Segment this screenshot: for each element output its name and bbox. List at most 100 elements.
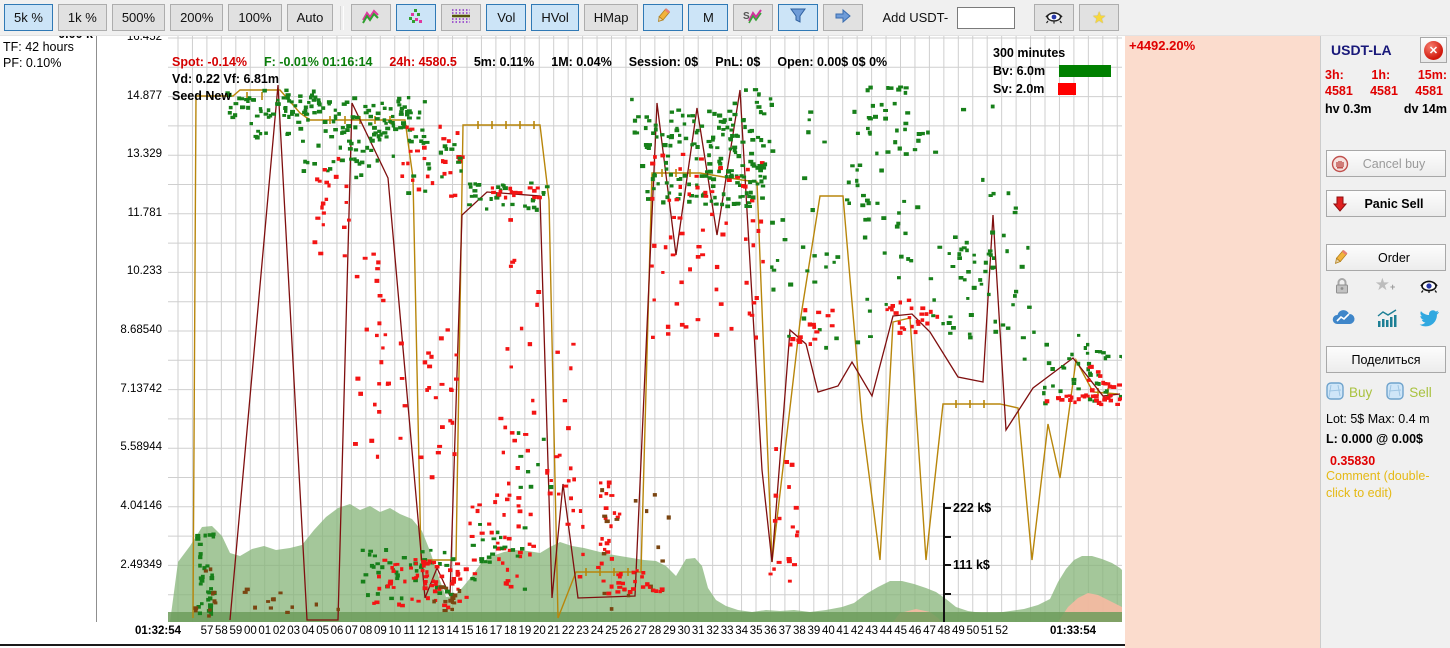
price-3h-key: 3h: (1325, 68, 1344, 82)
panic-sell-label: Panic Sell (1353, 197, 1435, 211)
x-axis-label: 21 (547, 625, 560, 637)
share-icon-row (1326, 308, 1446, 331)
x-axis-label: 52 (995, 625, 1008, 637)
x-axis-label: 31 (692, 625, 705, 637)
add-usdt-label: Add USDT- (882, 10, 948, 25)
hv-value: hv 0.3m (1325, 102, 1372, 116)
panic-sell-button[interactable]: Panic Sell (1326, 190, 1446, 217)
zoom-100-button[interactable]: 100% (228, 4, 281, 31)
y-axis-label: 11.781 (100, 207, 162, 219)
scatter-dots-icon (407, 8, 425, 27)
comment-field[interactable]: Comment (double-click to edit) (1326, 468, 1444, 502)
x-axis-label: 36 (764, 625, 777, 637)
x-axis-label: 03 (287, 625, 300, 637)
x-axis-label: 42 (851, 625, 864, 637)
x-axis-label: 17 (490, 625, 503, 637)
x-axis-label: 49 (952, 625, 965, 637)
dotted-rows-icon (451, 8, 471, 27)
sell-label[interactable]: Sell (1409, 385, 1432, 400)
x-axis-label: 00 (244, 625, 257, 637)
pencil-icon (654, 8, 672, 27)
x-axis-label: 07 (345, 625, 358, 637)
zoom-5k-button[interactable]: 5k % (4, 4, 53, 31)
x-axis-label: 28 (649, 625, 662, 637)
x-axis-label: 33 (721, 625, 734, 637)
add-usdt-input[interactable] (957, 7, 1015, 29)
filter-icon (789, 8, 807, 27)
arrow-right-icon (834, 8, 852, 27)
x-axis-label: 15 (461, 625, 474, 637)
y-axis-label: 7.13742 (100, 383, 162, 395)
filter-button[interactable] (778, 4, 818, 31)
arrow-right-button[interactable] (823, 4, 863, 31)
x-axis: 01:32:5457585900010203040506070809101112… (0, 622, 1125, 644)
m-button[interactable]: M (688, 4, 728, 31)
x-axis-label: 27 (634, 625, 647, 637)
x-axis-label: 08 (360, 625, 373, 637)
svg-text:111 k$: 111 k$ (953, 558, 990, 572)
ice-cube-icon[interactable] (1326, 382, 1344, 403)
x-axis-label: 04 (302, 625, 315, 637)
zoom-auto-button[interactable]: Auto (287, 4, 334, 31)
twitter-icon[interactable] (1418, 308, 1440, 331)
zoom-200-button[interactable]: 200% (170, 4, 223, 31)
cloud-chart-icon[interactable] (1332, 308, 1356, 331)
x-axis-label: 26 (620, 625, 633, 637)
x-axis-label: 10 (388, 625, 401, 637)
bar-chart-icon[interactable] (1375, 308, 1399, 331)
eye-icon[interactable] (1418, 276, 1440, 299)
s-percent-button[interactable]: S (733, 4, 773, 31)
cancel-buy-button[interactable]: Cancel buy (1326, 150, 1446, 177)
spot-change: Spot: -0.14% (172, 55, 247, 69)
x-axis-label: 11 (403, 625, 415, 637)
x-axis-label: 09 (374, 625, 387, 637)
order-label: Order (1353, 251, 1435, 265)
ice-cube-icon[interactable] (1386, 382, 1404, 403)
share-button[interactable]: Поделиться (1326, 346, 1446, 373)
lock-icon[interactable] (1332, 276, 1352, 299)
x-axis-label: 43 (865, 625, 878, 637)
pencil-button[interactable] (643, 4, 683, 31)
vol-button[interactable]: Vol (486, 4, 526, 31)
x-axis-label: 23 (576, 625, 589, 637)
x-axis-label: 18 (504, 625, 517, 637)
star-toolbar-button[interactable]: ★ (1079, 4, 1119, 31)
sidebar: USDT-LA ✕ 3h: 1h: 15m: 4581 4581 4581 hv… (1320, 36, 1450, 648)
change-1m: 1M: 0.04% (551, 55, 611, 69)
x-axis-label: 13 (432, 625, 445, 637)
x-axis-label: 41 (836, 625, 849, 637)
y-axis-label: 8.68540 (100, 324, 162, 336)
star-plus-icon[interactable]: ★+ (1375, 276, 1396, 299)
y-axis-label: 14.877 (100, 90, 162, 102)
close-button[interactable]: ✕ (1420, 37, 1447, 63)
x-axis-label: 58 (215, 625, 228, 637)
trading-app-window: 5k % 1k % 500% 200% 100% Auto Vol HVol H… (0, 0, 1450, 648)
svg-text:222 k$: 222 k$ (953, 501, 991, 515)
dotted-rows-button[interactable] (441, 4, 481, 31)
zoom-500-button[interactable]: 500% (112, 4, 165, 31)
hvol-button[interactable]: HVol (531, 4, 578, 31)
dv-value: dv 14m (1404, 102, 1447, 116)
zigzag-lines-icon-button[interactable] (351, 4, 391, 31)
hmap-button[interactable]: HMap (584, 4, 639, 31)
x-axis-label: 38 (793, 625, 806, 637)
x-axis-label: 20 (533, 625, 546, 637)
x-axis-label: 01:33:54 (1050, 625, 1096, 637)
chart-header: Spot: -0.14%F: -0.01% 01:16:1424h: 4580.… (172, 55, 904, 69)
close-icon: ✕ (1424, 41, 1443, 60)
x-axis-label: 30 (677, 625, 690, 637)
scatter-mode-button[interactable] (396, 4, 436, 31)
x-axis-label: 24 (591, 625, 604, 637)
price-24h: 24h: 4580.5 (389, 55, 456, 69)
x-axis-label: 59 (229, 625, 242, 637)
zoom-1k-button[interactable]: 1k % (58, 4, 107, 31)
x-axis-label: 16 (475, 625, 488, 637)
price-3h-value: 4581 (1325, 84, 1353, 98)
x-axis-label: 29 (663, 625, 676, 637)
order-button[interactable]: Order (1326, 244, 1446, 271)
x-axis-label: 57 (201, 625, 214, 637)
chart-canvas[interactable]: 222 k$ 111 k$ (168, 30, 1122, 622)
eye-toolbar-button[interactable] (1034, 4, 1074, 31)
buy-label[interactable]: Buy (1349, 385, 1372, 400)
chart-plot-area[interactable]: 222 k$ 111 k$ (168, 30, 1122, 622)
